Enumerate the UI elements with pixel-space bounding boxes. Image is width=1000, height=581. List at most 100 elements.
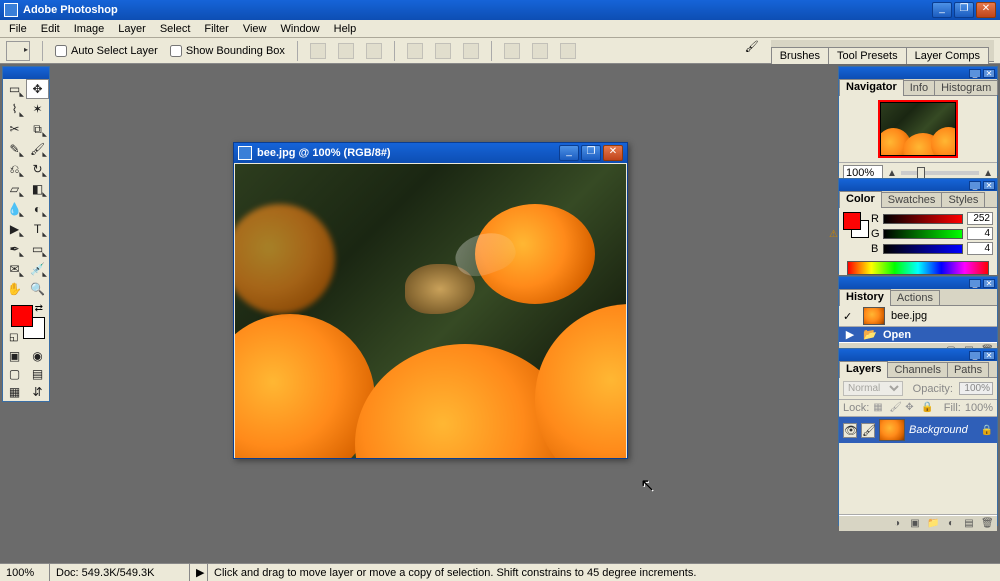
- clone-stamp-tool[interactable]: ⎌◣: [3, 159, 26, 179]
- default-colors-icon[interactable]: ◱: [9, 332, 18, 343]
- shape-tool[interactable]: ▭◣: [26, 239, 49, 259]
- b-input[interactable]: 4: [967, 242, 993, 255]
- foreground-color[interactable]: [11, 305, 33, 327]
- tab-layer-comps[interactable]: Layer Comps: [906, 47, 989, 64]
- layer-thumb[interactable]: [879, 419, 905, 441]
- adjustment-layer-icon[interactable]: ◐: [945, 518, 957, 530]
- tab-styles[interactable]: Styles: [941, 192, 985, 207]
- new-layer-icon[interactable]: ▤: [963, 518, 975, 530]
- history-source-row[interactable]: ✓ bee.jpg: [839, 306, 997, 327]
- layer-link-icon[interactable]: 🖌: [861, 423, 875, 438]
- tab-histogram[interactable]: Histogram: [934, 80, 998, 95]
- canvas[interactable]: [235, 164, 626, 458]
- screen-full-icon[interactable]: ▦: [3, 383, 26, 401]
- menu-image[interactable]: Image: [67, 21, 112, 37]
- gradient-tool[interactable]: ◧◣: [26, 179, 49, 199]
- healing-brush-tool[interactable]: ✎◣: [3, 139, 26, 159]
- menu-layer[interactable]: Layer: [111, 21, 153, 37]
- marquee-tool[interactable]: ▭◣: [3, 79, 26, 99]
- path-selection-tool[interactable]: ▶◣: [3, 219, 26, 239]
- b-slider[interactable]: [883, 244, 963, 254]
- eraser-tool[interactable]: ▱◣: [3, 179, 26, 199]
- menu-file[interactable]: File: [2, 21, 34, 37]
- status-doc-info[interactable]: Doc: 549.3K/549.3K: [50, 564, 190, 581]
- panel-close-button[interactable]: ✕: [983, 279, 995, 288]
- tab-history[interactable]: History: [839, 289, 891, 306]
- status-zoom-field[interactable]: 100%: [0, 564, 50, 581]
- slice-tool[interactable]: ⧉◣: [26, 119, 49, 139]
- menu-edit[interactable]: Edit: [34, 21, 67, 37]
- dodge-tool[interactable]: ◐◣: [26, 199, 49, 219]
- menu-window[interactable]: Window: [274, 21, 327, 37]
- g-input[interactable]: 4: [967, 227, 993, 240]
- magic-wand-tool[interactable]: ✶: [26, 99, 49, 119]
- screen-standard-icon[interactable]: ▢: [3, 365, 26, 383]
- panel-close-button[interactable]: ✕: [983, 69, 995, 78]
- layer-background[interactable]: 👁 🖌 Background 🔒: [839, 417, 997, 443]
- blur-tool[interactable]: 💧◣: [3, 199, 26, 219]
- color-foreground-swatch[interactable]: ⚠: [843, 212, 869, 238]
- panel-minimize-button[interactable]: _: [969, 69, 981, 78]
- history-step-slider-icon[interactable]: ▶: [843, 328, 857, 341]
- tab-layers[interactable]: Layers: [839, 361, 888, 378]
- panel-minimize-button[interactable]: _: [969, 351, 981, 360]
- doc-minimize-button[interactable]: _: [559, 145, 579, 161]
- history-step-open[interactable]: ▶ 📂 Open: [839, 327, 997, 342]
- menu-view[interactable]: View: [236, 21, 274, 37]
- tab-brushes[interactable]: Brushes: [771, 47, 829, 64]
- auto-select-layer-input[interactable]: [55, 45, 67, 57]
- palette-well-icon[interactable]: 🖌: [745, 40, 767, 62]
- layer-name[interactable]: Background: [909, 424, 977, 436]
- navigator-zoom-slider[interactable]: [901, 171, 979, 175]
- panel-minimize-button[interactable]: _: [969, 279, 981, 288]
- jump-to-imageready-icon[interactable]: ⇵: [26, 383, 49, 401]
- maximize-button[interactable]: ❐: [954, 2, 974, 18]
- hand-tool[interactable]: ✋: [3, 279, 26, 299]
- swap-colors-icon[interactable]: ⇄: [35, 303, 43, 314]
- standard-mode-icon[interactable]: ▣: [3, 347, 26, 365]
- color-spectrum[interactable]: [847, 261, 989, 275]
- minimize-button[interactable]: _: [932, 2, 952, 18]
- pen-tool[interactable]: ✒◣: [3, 239, 26, 259]
- screen-full-menubar-icon[interactable]: ▤: [26, 365, 49, 383]
- delete-layer-icon[interactable]: 🗑: [981, 518, 993, 530]
- notes-tool[interactable]: ✉◣: [3, 259, 26, 279]
- menu-filter[interactable]: Filter: [197, 21, 235, 37]
- r-input[interactable]: 252: [967, 212, 993, 225]
- panel-minimize-button[interactable]: _: [969, 181, 981, 190]
- tab-actions[interactable]: Actions: [890, 290, 940, 305]
- tab-channels[interactable]: Channels: [887, 362, 947, 377]
- lasso-tool[interactable]: ⌇◣: [3, 99, 26, 119]
- tab-swatches[interactable]: Swatches: [881, 192, 943, 207]
- menu-help[interactable]: Help: [327, 21, 364, 37]
- status-info-toggle[interactable]: ▶: [190, 564, 208, 581]
- gamut-warning-icon[interactable]: ⚠: [829, 229, 838, 240]
- toolbox-header[interactable]: [3, 67, 49, 79]
- doc-close-button[interactable]: ✕: [603, 145, 623, 161]
- zoom-out-icon[interactable]: ▲: [887, 168, 897, 179]
- tab-tool-presets[interactable]: Tool Presets: [828, 47, 907, 64]
- brush-tool[interactable]: 🖌◣: [26, 139, 49, 159]
- type-tool[interactable]: T◣: [26, 219, 49, 239]
- close-button[interactable]: ✕: [976, 2, 996, 18]
- menu-select[interactable]: Select: [153, 21, 198, 37]
- tab-color[interactable]: Color: [839, 191, 882, 208]
- auto-select-layer-checkbox[interactable]: Auto Select Layer: [55, 45, 158, 57]
- g-slider[interactable]: [883, 229, 963, 239]
- tab-paths[interactable]: Paths: [947, 362, 989, 377]
- tab-navigator[interactable]: Navigator: [839, 79, 904, 96]
- zoom-tool[interactable]: 🔍: [26, 279, 49, 299]
- r-slider[interactable]: [883, 214, 963, 224]
- quickmask-mode-icon[interactable]: ◉: [26, 347, 49, 365]
- eyedropper-tool[interactable]: 💉◣: [26, 259, 49, 279]
- doc-maximize-button[interactable]: ❐: [581, 145, 601, 161]
- layer-mask-icon[interactable]: ▣: [909, 518, 921, 530]
- navigator-thumbnail[interactable]: [880, 102, 956, 156]
- tool-preset-picker[interactable]: [6, 41, 30, 61]
- crop-tool[interactable]: ✂: [3, 119, 26, 139]
- panel-close-button[interactable]: ✕: [983, 351, 995, 360]
- layer-style-icon[interactable]: ◑: [891, 518, 903, 530]
- panel-close-button[interactable]: ✕: [983, 181, 995, 190]
- layer-visibility-icon[interactable]: 👁: [843, 423, 857, 438]
- show-bounding-box-input[interactable]: [170, 45, 182, 57]
